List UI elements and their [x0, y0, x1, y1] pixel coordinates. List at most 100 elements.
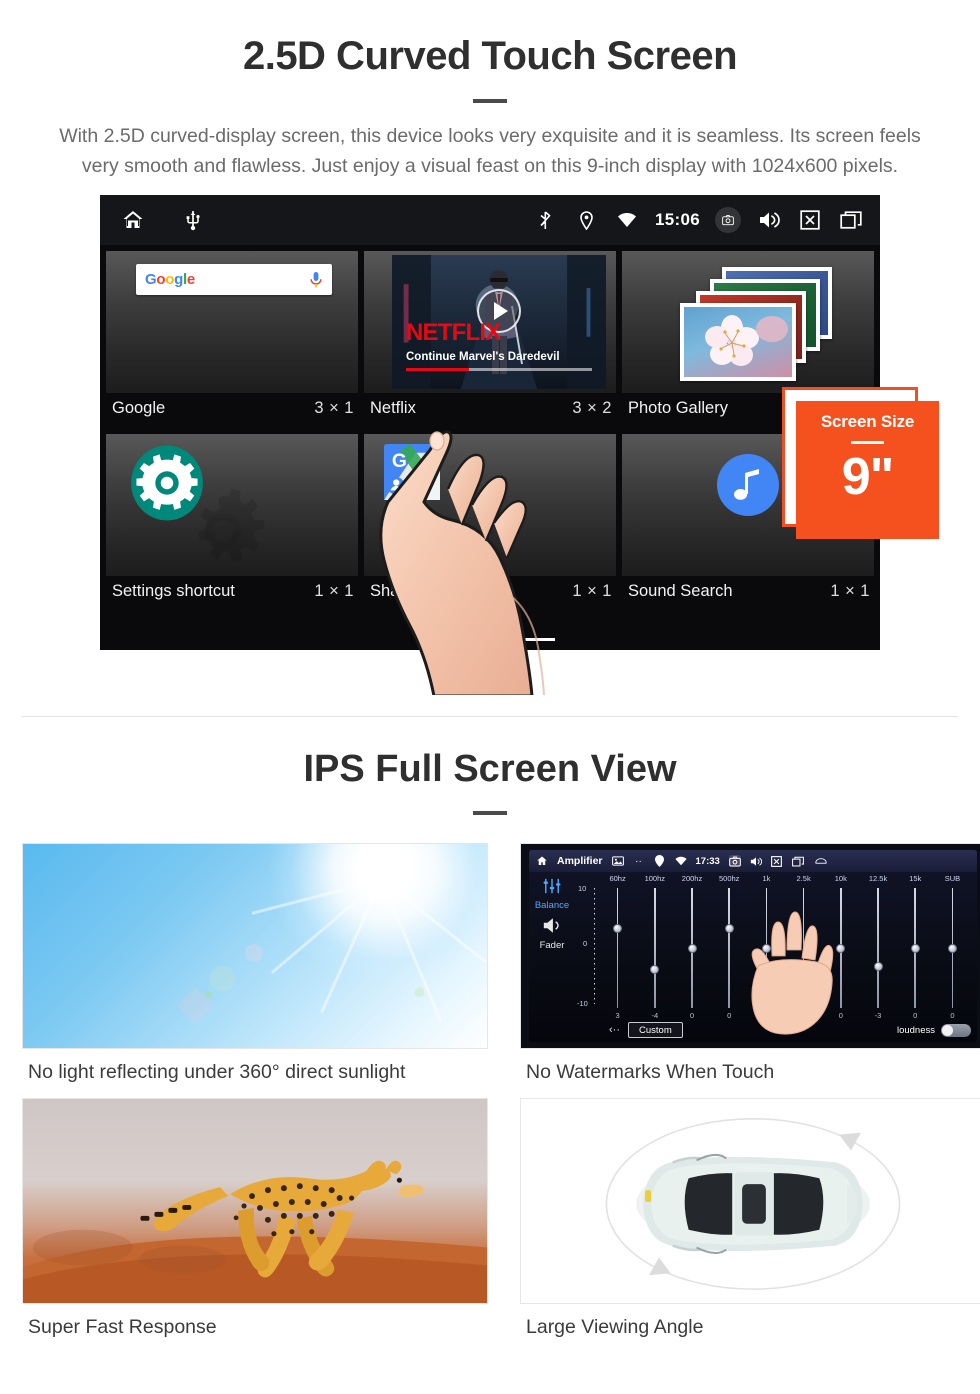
sliders-icon[interactable] [529, 878, 575, 899]
image-icon[interactable] [611, 855, 624, 867]
google-search-bar[interactable]: Google [136, 264, 332, 295]
running-cheetah-photo [23, 1099, 487, 1303]
widget-cell-settings[interactable]: Settings shortcut 1 × 1 [106, 434, 358, 611]
widget-cell-google[interactable]: Google Google 3 × 1 [106, 251, 358, 428]
loudness-toggle[interactable] [941, 1023, 971, 1037]
widget-name: Sound Search [628, 582, 733, 600]
band-label: 100hz [644, 874, 666, 883]
camera-icon[interactable] [728, 855, 741, 867]
band-label: 12.5k [868, 874, 888, 883]
page-dot-1[interactable] [425, 638, 459, 641]
android-home-screen: 15:06 Google Google 3 × 1 NETFLIX Contin… [100, 195, 880, 650]
page-dot-2[interactable] [473, 638, 507, 641]
recents-icon[interactable] [791, 855, 804, 867]
volume-icon[interactable] [756, 207, 782, 233]
speaker-icon[interactable] [529, 917, 575, 939]
photo-gallery-widget[interactable] [622, 251, 874, 393]
widget-name: Netflix [370, 399, 416, 417]
sunlight-thumbnail [22, 843, 488, 1049]
cheetah-thumbnail [22, 1098, 488, 1304]
screen-size-badge: Screen Size 9" [780, 387, 940, 557]
badge-label: Screen Size [820, 412, 915, 431]
close-box-icon[interactable] [771, 855, 783, 867]
microphone-icon[interactable] [309, 271, 323, 289]
location-pin-icon[interactable] [573, 207, 599, 233]
widget-name: Settings shortcut [112, 582, 235, 600]
card-caption: Large Viewing Angle [526, 1316, 704, 1338]
usb-icon[interactable] [180, 207, 206, 233]
location-pin-icon[interactable] [654, 855, 666, 867]
wifi-icon[interactable] [674, 855, 687, 867]
widget-caption: Share location 1 × 1 [364, 576, 616, 611]
blue-sky-photo [23, 844, 487, 1048]
music-note-icon [717, 454, 779, 516]
eq-slider[interactable] [934, 888, 971, 1008]
close-box-icon[interactable] [797, 207, 823, 233]
car-top-view-illustration [521, 1099, 980, 1303]
volume-icon[interactable] [750, 855, 762, 867]
prev-preset-icon[interactable]: ‹·· [609, 1024, 620, 1036]
widget-name: Google [112, 399, 166, 417]
widget-size: 1 × 1 [830, 582, 870, 600]
band-label: 1k [762, 874, 771, 883]
eq-slider[interactable] [599, 888, 636, 1008]
wifi-icon[interactable] [614, 207, 640, 233]
band-label: 200hz [681, 874, 703, 883]
hand-illustration [751, 911, 834, 1035]
loudness-control[interactable]: loudness [896, 1023, 971, 1037]
widget-name: Photo Gallery [628, 399, 728, 417]
band-label: 15k [909, 874, 922, 883]
widget-size: 3 × 2 [572, 399, 612, 417]
section-paragraph-curved: With 2.5D curved-display screen, this de… [59, 125, 921, 177]
widget-cell-share-location[interactable]: G Share location 1 × 1 [364, 434, 616, 611]
share-location-widget[interactable]: G [364, 434, 616, 576]
feature-card-response: Super Fast Response [22, 1098, 488, 1339]
bluetooth-icon[interactable] [532, 207, 558, 233]
home-icon[interactable] [120, 207, 146, 233]
google-maps-icon: G [384, 444, 440, 500]
amplifier-side-controls: Balance Fader [529, 872, 575, 1042]
recents-icon[interactable] [838, 207, 864, 233]
amplifier-clock: 17:33 [695, 855, 720, 867]
widget-size: 1 × 1 [572, 582, 612, 600]
band-label: SUB [944, 874, 961, 883]
card-caption: No Watermarks When Touch [526, 1061, 775, 1083]
netflix-thumbnail: NETFLIX Continue Marvel's Daredevil [392, 255, 606, 389]
widget-cell-netflix[interactable]: NETFLIX Continue Marvel's Daredevil Netf… [364, 251, 616, 428]
balance-label[interactable]: Balance [529, 900, 575, 911]
scale-bottom: -10 [577, 999, 588, 1008]
car-rotation-diagram [605, 1118, 901, 1290]
widget-size: 1 × 1 [314, 582, 354, 600]
eq-slider[interactable] [636, 888, 673, 1008]
eq-slider[interactable] [897, 888, 934, 1008]
home-icon[interactable] [536, 855, 548, 867]
fader-label[interactable]: Fader [529, 940, 575, 951]
widget-grid: Google Google 3 × 1 NETFLIX Continue Mar… [100, 245, 880, 617]
band-label: 60hz [609, 874, 626, 883]
loudness-label: loudness [896, 1024, 935, 1036]
badge-body: Screen Size 9" [796, 401, 939, 539]
settings-shortcut-widget[interactable] [106, 434, 358, 576]
page-indicator[interactable] [425, 638, 555, 641]
more-dots-icon[interactable]: ·· [633, 855, 645, 867]
title-rule [473, 99, 507, 103]
feature-card-amplifier: Amplifier ·· 17:33 Balance Fader 60hz 10… [520, 843, 980, 1084]
status-bar-clock: 15:06 [655, 210, 700, 229]
scale-top: 10 [578, 884, 587, 893]
amplifier-screenshot: Amplifier ·· 17:33 Balance Fader 60hz 10… [521, 844, 980, 1048]
band-label: 2.5k [796, 874, 811, 883]
svg-text:G: G [392, 451, 407, 472]
section-title-ips: IPS Full Screen View [303, 748, 677, 790]
netflix-widget[interactable]: NETFLIX Continue Marvel's Daredevil [364, 251, 616, 393]
feature-card-sunlight: No light reflecting under 360° direct su… [22, 843, 488, 1084]
google-search-widget[interactable]: Google [106, 251, 358, 393]
car-thumbnail [520, 1098, 980, 1304]
widget-size: 3 × 1 [314, 399, 354, 417]
preset-button[interactable]: Custom [628, 1022, 683, 1038]
card-caption: No light reflecting under 360° direct su… [28, 1061, 406, 1083]
section-divider [22, 716, 958, 717]
cheetah-illustration [23, 1160, 487, 1303]
back-arrow-icon[interactable] [815, 855, 827, 867]
camera-icon[interactable] [715, 207, 741, 233]
page-dot-3-active[interactable] [521, 638, 555, 641]
